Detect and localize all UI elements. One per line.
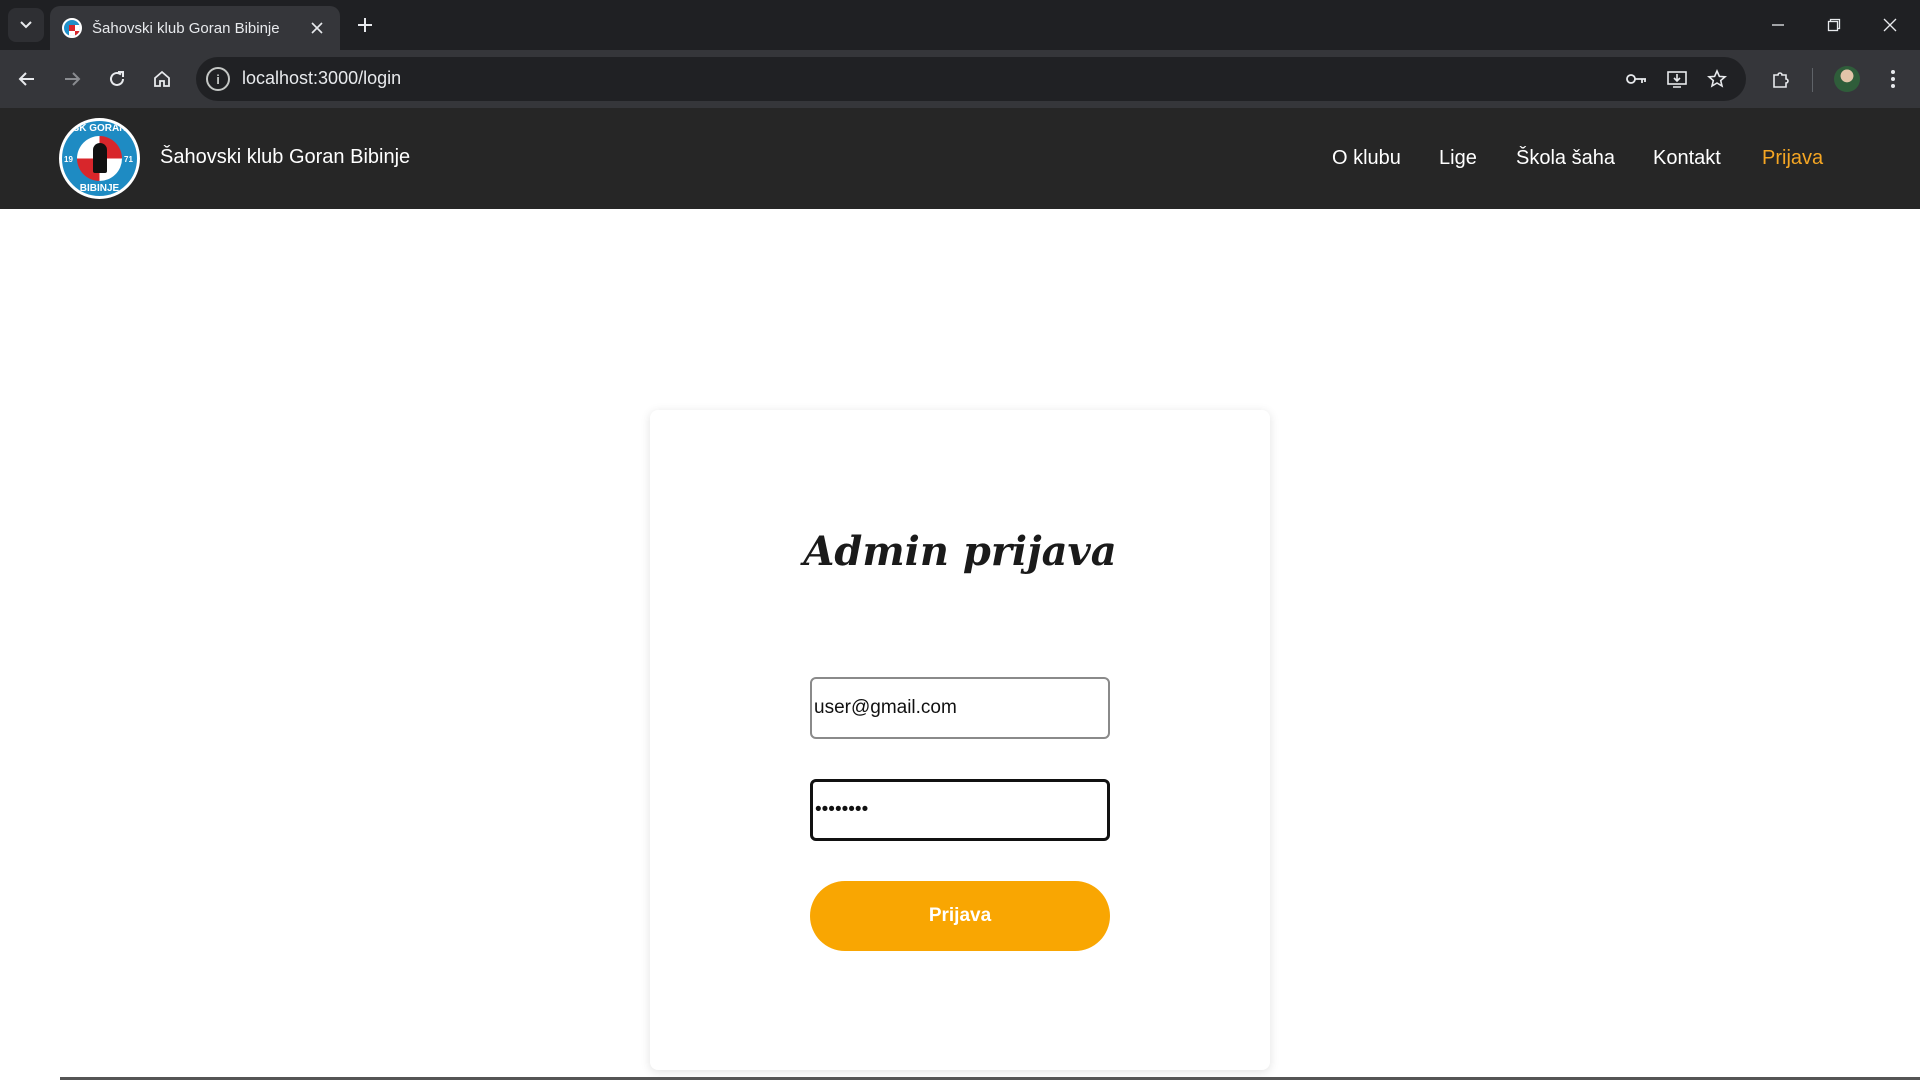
login-card: Admin prijava Prijava <box>650 410 1270 1070</box>
info-icon[interactable]: i <box>206 67 230 91</box>
logo-year-right: 71 <box>124 155 133 164</box>
close-window-button[interactable] <box>1862 0 1918 50</box>
browser-menu-button[interactable] <box>1876 62 1910 96</box>
puzzle-icon <box>1773 72 1789 88</box>
profile-avatar[interactable] <box>1834 66 1860 92</box>
more-vert-icon <box>1891 70 1895 88</box>
password-field[interactable] <box>810 779 1110 841</box>
site-favicon-icon <box>62 18 82 38</box>
site-header: ŠK GORAN 19 71 BIBINJE Šahovski klub Gor… <box>0 108 1920 209</box>
arrow-left-icon <box>18 72 34 86</box>
minimize-button[interactable] <box>1750 0 1806 50</box>
url-text[interactable]: localhost:3000/login <box>242 68 401 89</box>
email-field[interactable] <box>810 677 1110 739</box>
browser-tab[interactable]: Šahovski klub Goran Bibinje <box>50 6 340 50</box>
nav-link-skola-saha[interactable]: Škola šaha <box>1516 147 1615 170</box>
browser-toolbar: i localhost:3000/login <box>0 50 1920 108</box>
tab-search-button[interactable] <box>8 8 44 42</box>
new-tab-button[interactable] <box>350 10 380 40</box>
chevron-down-icon <box>20 21 32 29</box>
star-icon[interactable] <box>1704 66 1730 92</box>
home-icon <box>154 70 170 87</box>
home-button[interactable] <box>145 62 179 96</box>
close-icon <box>311 22 323 34</box>
toolbar-separator <box>1812 68 1813 92</box>
plus-icon <box>358 18 372 32</box>
tab-title: Šahovski klub Goran Bibinje <box>92 19 280 37</box>
club-logo[interactable]: ŠK GORAN 19 71 BIBINJE <box>59 118 140 199</box>
browser-tab-bar: Šahovski klub Goran Bibinje <box>0 0 1920 50</box>
restore-button[interactable] <box>1806 0 1862 50</box>
tab-close-button[interactable] <box>306 17 328 39</box>
logo-text-bottom: BIBINJE <box>79 183 120 194</box>
nav-link-o-klubu[interactable]: O klubu <box>1332 147 1401 170</box>
nav-link-prijava[interactable]: Prijava <box>1762 147 1823 170</box>
login-submit-button[interactable]: Prijava <box>810 881 1110 951</box>
arrow-right-icon <box>65 72 81 86</box>
minimize-icon <box>1772 24 1784 26</box>
key-icon[interactable] <box>1624 66 1650 92</box>
close-icon <box>1883 18 1897 32</box>
site-title[interactable]: Šahovski klub Goran Bibinje <box>160 146 410 169</box>
page-title: Admin prijava <box>803 528 1117 575</box>
extensions-button[interactable] <box>1764 62 1798 96</box>
restore-icon <box>1827 18 1841 32</box>
address-bar[interactable]: i localhost:3000/login <box>196 57 1746 101</box>
chess-rook-icon <box>93 143 107 173</box>
logo-year-left: 19 <box>64 155 73 164</box>
nav-link-kontakt[interactable]: Kontakt <box>1653 147 1721 170</box>
install-icon[interactable] <box>1664 66 1690 92</box>
logo-text-top: ŠK GORAN <box>72 123 127 134</box>
forward-button[interactable] <box>55 62 89 96</box>
reload-button[interactable] <box>100 62 134 96</box>
back-button[interactable] <box>10 62 44 96</box>
reload-icon <box>110 71 124 86</box>
nav-link-lige[interactable]: Lige <box>1439 147 1477 170</box>
